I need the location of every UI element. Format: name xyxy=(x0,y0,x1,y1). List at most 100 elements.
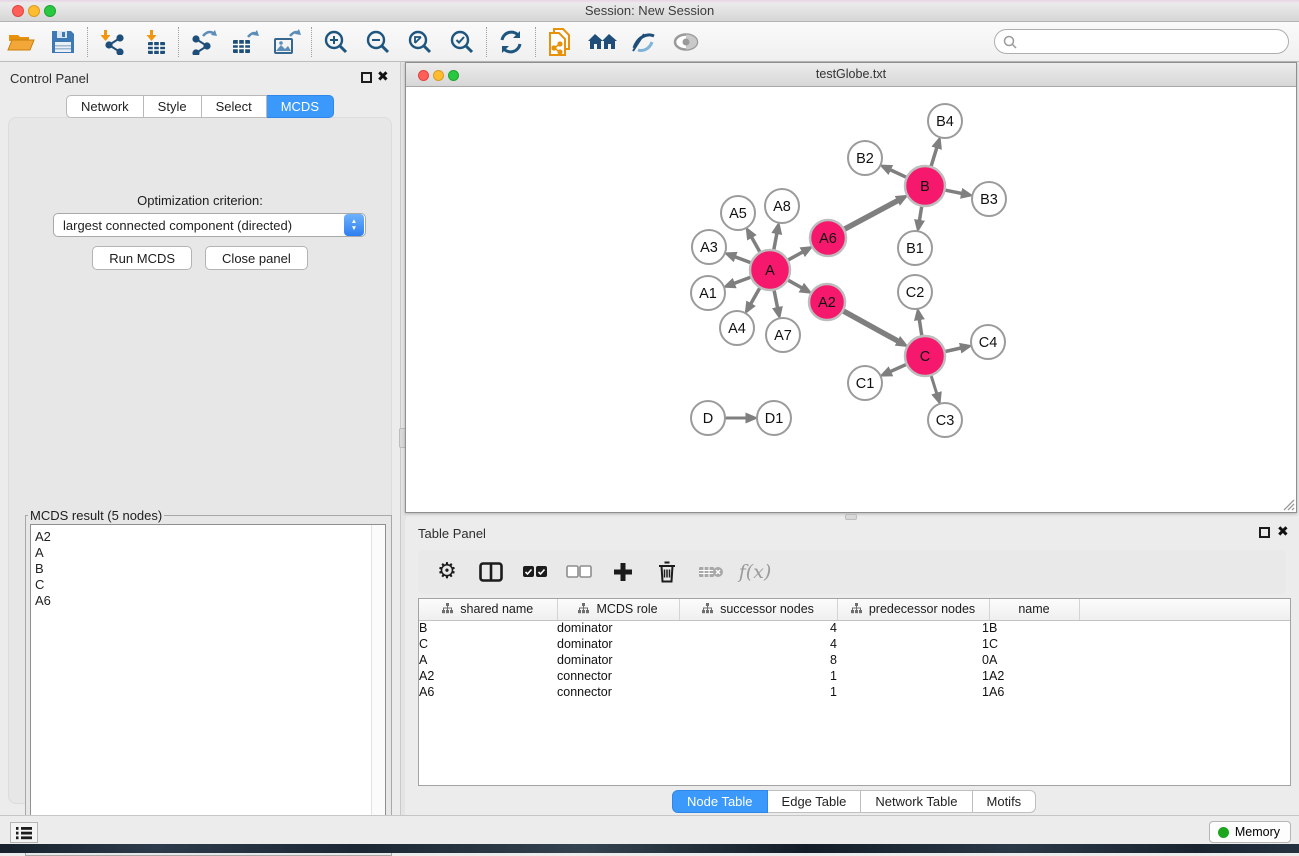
run-mcds-button[interactable]: Run MCDS xyxy=(92,246,192,270)
graph-edge-A-A6[interactable] xyxy=(787,251,805,261)
deselect-all-rows-button[interactable] xyxy=(560,554,598,590)
graph-node-C4[interactable]: C4 xyxy=(971,325,1005,359)
network-canvas[interactable]: B4 B2 B B3 A8 A5 A6 A3 B1 A A1 C2 A2 A4 A7 C4 C C1 C3 D D1 xyxy=(406,87,1296,512)
new-network-from-selection-button[interactable] xyxy=(539,24,581,60)
tab-motifs[interactable]: Motifs xyxy=(973,790,1037,813)
graph-node-A5[interactable]: A5 xyxy=(721,196,755,230)
open-session-button[interactable] xyxy=(0,24,42,60)
graph-node-A7[interactable]: A7 xyxy=(766,318,800,352)
graph-edge-A-A7[interactable] xyxy=(774,289,778,310)
graph-node-A4[interactable]: A4 xyxy=(720,311,754,345)
graph-edge-A-A4[interactable] xyxy=(750,287,761,306)
tab-style[interactable]: Style xyxy=(144,95,202,118)
mcds-result-item[interactable]: A2 xyxy=(35,529,385,545)
graph-node-A3[interactable]: A3 xyxy=(692,230,726,264)
graph-edge-A-A1[interactable] xyxy=(732,277,752,284)
table-close-icon[interactable]: ✖ xyxy=(1277,524,1289,540)
graph-node-A1[interactable]: A1 xyxy=(691,276,725,310)
close-panel-icon[interactable]: ✖ xyxy=(377,69,389,85)
column-header-predecessor-nodes[interactable]: predecessor nodes xyxy=(837,599,989,620)
graph-node-B4[interactable]: B4 xyxy=(928,104,962,138)
graph-node-B2[interactable]: B2 xyxy=(848,141,882,175)
graph-edge-B-B2[interactable] xyxy=(889,169,908,178)
graph-edge-C-C3[interactable] xyxy=(931,374,938,395)
graph-node-B3[interactable]: B3 xyxy=(972,182,1006,216)
graph-node-A2[interactable]: A2 xyxy=(809,284,845,320)
tab-select[interactable]: Select xyxy=(202,95,267,118)
graph-edge-B-B3[interactable] xyxy=(944,190,964,194)
graph-edge-A-A8[interactable] xyxy=(774,232,778,252)
column-header-successor-nodes[interactable]: successor nodes xyxy=(679,599,837,620)
table-row[interactable]: Adominator80A xyxy=(419,652,1290,668)
import-table-button[interactable] xyxy=(133,24,175,60)
graph-node-C[interactable]: C xyxy=(905,336,945,376)
graph-node-B[interactable]: B xyxy=(905,166,945,206)
export-network-button[interactable] xyxy=(182,24,224,60)
mcds-result-item[interactable]: A6 xyxy=(35,593,385,609)
select-all-rows-button[interactable] xyxy=(516,554,554,590)
mcds-result-list[interactable]: A2ABCA6 xyxy=(30,524,386,848)
table-row[interactable]: A2connector11A2 xyxy=(419,668,1290,684)
mcds-result-item[interactable]: B xyxy=(35,561,385,577)
tab-edge-table[interactable]: Edge Table xyxy=(768,790,862,813)
graph-edge-C-C4[interactable] xyxy=(944,348,963,352)
column-header-shared-name[interactable]: shared name xyxy=(419,599,557,620)
criterion-select[interactable]: largest connected component (directed) ▲… xyxy=(53,213,366,237)
import-network-button[interactable] xyxy=(91,24,133,60)
mcds-result-item[interactable]: C xyxy=(35,577,385,593)
mcds-result-item[interactable]: A xyxy=(35,545,385,561)
toggle-graphics-details-button[interactable] xyxy=(623,24,665,60)
search-input[interactable] xyxy=(1022,34,1288,49)
delete-table-button[interactable] xyxy=(692,554,730,590)
graph-edge-A-A5[interactable] xyxy=(751,236,761,254)
column-header-name[interactable]: name xyxy=(989,599,1079,620)
memory-button[interactable]: Memory xyxy=(1209,821,1291,843)
resize-grip-icon[interactable] xyxy=(1281,497,1295,511)
graph-edge-A6-B[interactable] xyxy=(843,200,899,230)
show-column-panel-button[interactable] xyxy=(472,554,510,590)
table-row[interactable]: Bdominator41B xyxy=(419,620,1290,636)
graph-node-C3[interactable]: C3 xyxy=(928,403,962,437)
zoom-in-button[interactable] xyxy=(315,24,357,60)
graph-edge-B-B1[interactable] xyxy=(919,205,922,223)
zoom-out-button[interactable] xyxy=(357,24,399,60)
zoom-selected-button[interactable] xyxy=(441,24,483,60)
graph-node-C2[interactable]: C2 xyxy=(898,275,932,309)
network-window-titlebar[interactable]: testGlobe.txt xyxy=(406,63,1296,87)
graph-edge-C-C1[interactable] xyxy=(889,364,908,373)
graph-node-B1[interactable]: B1 xyxy=(898,231,932,265)
refresh-layout-button[interactable] xyxy=(490,24,532,60)
table-row[interactable]: Cdominator41C xyxy=(419,636,1290,652)
add-column-button[interactable] xyxy=(604,554,642,590)
tab-mcds[interactable]: MCDS xyxy=(267,95,334,118)
close-panel-button[interactable]: Close panel xyxy=(205,246,308,270)
delete-column-button[interactable] xyxy=(648,554,686,590)
export-image-button[interactable] xyxy=(266,24,308,60)
graph-node-A[interactable]: A xyxy=(750,250,790,290)
graph-edge-A-A2[interactable] xyxy=(787,279,804,288)
zoom-fit-button[interactable] xyxy=(399,24,441,60)
table-settings-button[interactable]: ⚙ xyxy=(428,554,466,590)
float-panel-icon[interactable] xyxy=(361,72,372,83)
graph-node-A8[interactable]: A8 xyxy=(765,189,799,223)
table-float-icon[interactable] xyxy=(1259,527,1270,538)
graph-node-D1[interactable]: D1 xyxy=(757,401,791,435)
show-hide-panel-button[interactable] xyxy=(665,24,707,60)
tab-node-table[interactable]: Node Table xyxy=(672,790,768,813)
task-history-button[interactable] xyxy=(10,822,38,843)
graph-edge-C-C2[interactable] xyxy=(919,318,922,338)
graph-node-A6[interactable]: A6 xyxy=(810,220,846,256)
save-session-button[interactable] xyxy=(42,24,84,60)
network-graph[interactable]: B4 B2 B B3 A8 A5 A6 A3 B1 A A1 C2 A2 A4 A7 C4 C C1 C3 D D1 xyxy=(406,87,1296,512)
graph-edge-B-B4[interactable] xyxy=(931,146,938,168)
graph-edge-A2-C[interactable] xyxy=(842,310,900,342)
table-row[interactable]: A6connector11A6 xyxy=(419,684,1290,700)
graph-node-D[interactable]: D xyxy=(691,401,725,435)
tab-network[interactable]: Network xyxy=(66,95,144,118)
apply-function-button[interactable]: f(x) xyxy=(736,554,774,590)
column-header-MCDS-role[interactable]: MCDS role xyxy=(557,599,679,620)
home-reset-view-button[interactable] xyxy=(581,24,623,60)
export-table-button[interactable] xyxy=(224,24,266,60)
graph-node-C1[interactable]: C1 xyxy=(848,366,882,400)
tab-network-table[interactable]: Network Table xyxy=(861,790,972,813)
